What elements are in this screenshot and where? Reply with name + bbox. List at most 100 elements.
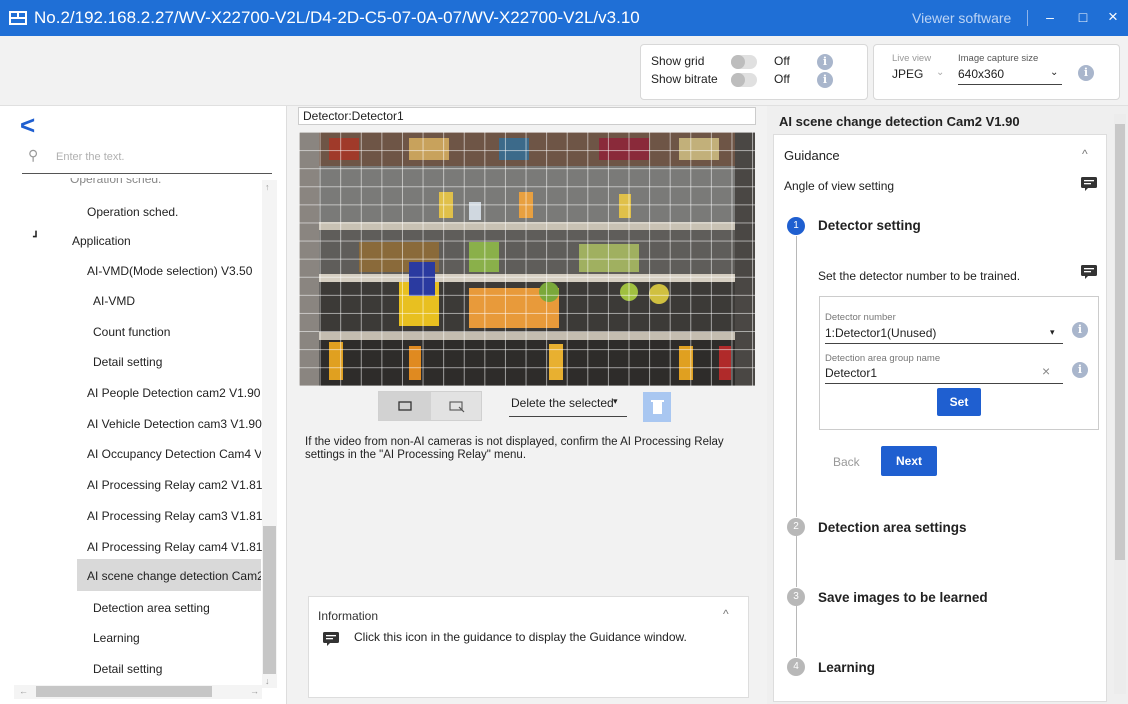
tree-item-ai-scene-change[interactable]: AI scene change detection Cam2: [87, 569, 261, 583]
tree-item-count-function[interactable]: Count function: [93, 325, 170, 339]
rectangle-tool-button[interactable]: [379, 392, 431, 420]
tree-item-ai-vehicle-detection[interactable]: AI Vehicle Detection cam3 V1.90: [87, 417, 262, 431]
scroll-up-icon[interactable]: ↑: [265, 182, 270, 192]
rectangle-icon: [398, 401, 412, 411]
step-4-title[interactable]: Learning: [818, 660, 875, 675]
tree-item-learning[interactable]: Learning: [93, 631, 140, 645]
detector-number-select[interactable]: 1:Detector1(Unused): [825, 326, 936, 340]
show-bitrate-value: Off: [774, 72, 790, 86]
show-bitrate-label: Show bitrate: [651, 72, 718, 86]
angle-of-view-message-icon[interactable]: [1080, 176, 1098, 192]
step-1-description: Set the detector number to be trained.: [818, 269, 1021, 283]
navigation-panel: < ⚲ Enter the text. Operation sched. Ope…: [0, 106, 287, 704]
title-bar: No.2/192.168.2.27/WV-X22700-V2L/D4-2D-C5…: [0, 0, 1128, 36]
clear-icon[interactable]: ×: [1042, 363, 1050, 379]
search-icon: ⚲: [28, 147, 39, 163]
live-view-value: JPEG: [892, 67, 924, 81]
tree-item-operation-sched-partial[interactable]: Operation sched.: [70, 178, 161, 186]
preview-panel: Detector:Detector1 Delete the selected ▾…: [287, 106, 767, 704]
maximize-button[interactable]: □: [1073, 6, 1093, 28]
detector-name-field: Detector:Detector1: [298, 107, 756, 125]
tree-item-ai-vmd[interactable]: AI-VMD: [93, 294, 135, 308]
display-options-panel: Show grid Off i Show bitrate Off i: [640, 44, 868, 100]
close-button[interactable]: ×: [1103, 6, 1123, 28]
live-view-dropdown-icon: ⌄: [936, 67, 945, 78]
information-collapse-icon[interactable]: ^: [723, 607, 729, 621]
tree-item-ai-people-detection[interactable]: AI People Detection cam2 V1.90: [87, 386, 260, 400]
step-2-title[interactable]: Detection area settings: [818, 520, 967, 535]
guidance-scroll-thumb[interactable]: [1115, 124, 1125, 560]
step-1-message-icon[interactable]: [1080, 264, 1098, 280]
search-placeholder: Enter the text.: [56, 151, 125, 163]
ai-relay-notice: If the video from non-AI cameras is not …: [305, 436, 724, 461]
capture-size-info-icon[interactable]: i: [1078, 65, 1094, 81]
chevron-down-icon: ▾: [613, 396, 618, 406]
information-text: Click this icon in the guidance to displ…: [354, 630, 687, 644]
tree-horizontal-scroll-thumb[interactable]: [36, 686, 212, 697]
search-field[interactable]: ⚲ Enter the text.: [22, 140, 272, 174]
minimize-button[interactable]: –: [1040, 6, 1060, 28]
guidance-panel: AI scene change detection Cam2 V1.90 Gui…: [767, 106, 1128, 704]
group-name-info-icon[interactable]: i: [1072, 362, 1088, 378]
capture-size-value[interactable]: 640x360: [958, 67, 1004, 81]
set-button[interactable]: Set: [937, 388, 981, 416]
tree-item-application[interactable]: Application: [72, 234, 131, 248]
next-button[interactable]: Next: [881, 446, 937, 476]
detector-number-label: Detector number: [825, 312, 896, 323]
tree-item-detail-setting[interactable]: Detail setting: [93, 355, 162, 369]
detector-number-info-icon[interactable]: i: [1072, 322, 1088, 338]
scroll-down-icon[interactable]: ↓: [265, 676, 270, 686]
tree-item-ai-relay-cam4[interactable]: AI Processing Relay cam4 V1.81: [87, 540, 262, 554]
detector-settings-form: Detector number 1:Detector1(Unused) ▾ i …: [819, 296, 1099, 430]
show-bitrate-info-icon[interactable]: i: [817, 72, 833, 88]
select-area-icon: [449, 401, 465, 413]
area-tool-group: [378, 391, 482, 421]
app-logo-icon: [9, 11, 27, 25]
scroll-left-icon[interactable]: ←: [19, 686, 28, 696]
tree-item-detection-area-setting[interactable]: Detection area setting: [93, 601, 210, 615]
step-4-badge: 4: [787, 658, 805, 676]
guidance-collapse-icon[interactable]: ^: [1082, 147, 1088, 161]
tree-clip-top: Operation sched.: [0, 178, 262, 188]
step-2-badge: 2: [787, 518, 805, 536]
capture-size-label: Image capture size: [958, 53, 1039, 64]
scroll-right-icon[interactable]: →: [250, 686, 259, 696]
delete-selected-dropdown[interactable]: Delete the selected ▾: [509, 391, 627, 417]
guidance-scrollbar[interactable]: [1114, 114, 1126, 694]
show-grid-value: Off: [774, 54, 790, 68]
step-3-badge: 3: [787, 588, 805, 606]
tree-item-operation-sched[interactable]: Operation sched.: [87, 205, 178, 219]
step-connector-3: [796, 605, 797, 657]
show-bitrate-toggle[interactable]: [731, 73, 757, 87]
detector-number-dropdown-icon[interactable]: ▾: [1050, 327, 1055, 338]
show-grid-info-icon[interactable]: i: [817, 54, 833, 70]
tree-item-detail-setting-2[interactable]: Detail setting: [93, 662, 162, 676]
tree-vertical-scrollbar[interactable]: ↑ ↓: [262, 180, 277, 688]
capture-size-dropdown-icon[interactable]: ⌄: [1050, 67, 1058, 78]
title-separator: [1027, 10, 1028, 26]
select-area-tool-button[interactable]: [431, 392, 483, 420]
information-card: Information ^ Click this icon in the gui…: [308, 596, 749, 698]
tree-item-ai-relay-cam2[interactable]: AI Processing Relay cam2 V1.81: [87, 478, 262, 492]
tree-item-ai-occupancy-detection[interactable]: AI Occupancy Detection Cam4 V: [87, 447, 261, 461]
tree-vertical-scroll-thumb[interactable]: [263, 526, 276, 674]
step-3-title[interactable]: Save images to be learned: [818, 590, 988, 605]
window-title: No.2/192.168.2.27/WV-X22700-V2L/D4-2D-C5…: [34, 8, 640, 27]
grid-overlay: [299, 132, 755, 386]
tree-item-ai-vmd-mode[interactable]: AI-VMD(Mode selection) V3.50: [87, 264, 252, 278]
collapse-icon[interactable]: ┛: [33, 232, 39, 243]
tree-item-ai-relay-cam3[interactable]: AI Processing Relay cam3 V1.81: [87, 509, 262, 523]
capture-size-underline: [958, 84, 1062, 85]
guidance-card: Guidance ^ Angle of view setting 1 Detec…: [773, 134, 1107, 702]
delete-button[interactable]: [643, 392, 671, 422]
trash-icon: [651, 400, 664, 414]
back-button[interactable]: Back: [833, 455, 860, 469]
show-grid-toggle[interactable]: [731, 55, 757, 69]
back-arrow-icon[interactable]: <: [20, 110, 35, 141]
group-name-input[interactable]: Detector1: [825, 366, 877, 380]
tree-horizontal-scrollbar[interactable]: ← →: [14, 685, 262, 699]
camera-video-view[interactable]: [299, 132, 755, 386]
guidance-title: Guidance: [784, 148, 840, 163]
guidance-message-icon: [323, 632, 339, 646]
step-1-title: Detector setting: [818, 218, 921, 233]
